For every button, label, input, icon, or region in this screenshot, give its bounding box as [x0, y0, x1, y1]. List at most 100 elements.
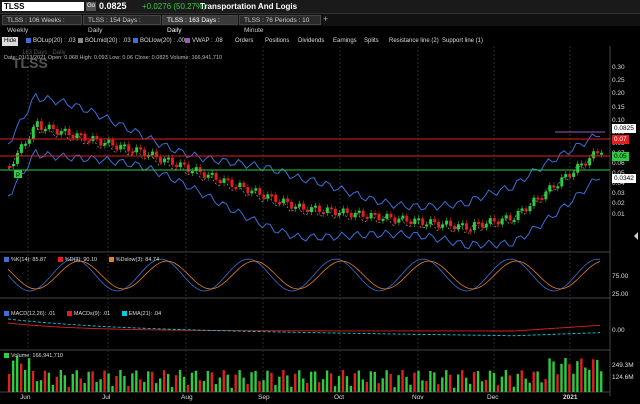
candle-body — [119, 144, 123, 150]
candle-body — [500, 218, 504, 225]
volume-bar — [333, 386, 337, 392]
add-tab-button[interactable]: + — [323, 14, 328, 24]
candle-body — [520, 208, 524, 211]
tab-daily-163[interactable]: TLSS : 163 Days : Daily — [162, 15, 238, 34]
candle-body — [397, 218, 401, 223]
candle-body — [496, 221, 500, 225]
candle-body — [321, 212, 325, 215]
candle-body — [401, 215, 405, 219]
volume-bar — [536, 371, 539, 392]
price-change: +0.0276 (50.27%) — [142, 2, 206, 11]
volume-bar — [194, 370, 198, 392]
candle-body — [55, 128, 59, 135]
candle-body — [222, 178, 226, 183]
top-bar — [0, 0, 640, 14]
volume-bar — [190, 372, 194, 392]
candle-body — [341, 208, 345, 214]
toolbar-orders[interactable]: Orders — [235, 37, 253, 46]
price-axis-label: 0.03 — [612, 190, 625, 197]
candle-body — [357, 210, 361, 213]
candle-body — [135, 147, 139, 153]
toolbar-vwap[interactable]: VWAP : .08 — [185, 37, 223, 46]
candle-body — [433, 219, 437, 223]
chart-canvas[interactable]: TLSS 163 Days : Daily P — [0, 46, 640, 396]
macd-axis-0: 0.00 — [612, 327, 625, 334]
toolbar-dividends[interactable]: Dividends — [298, 37, 324, 46]
volume-bar — [23, 369, 27, 392]
volume-bar — [8, 374, 11, 392]
candle-body — [270, 194, 274, 197]
macd-legend: MACD(12,26): .01 MACDs(9): .01 EMA(21): … — [4, 311, 171, 317]
symbol-input[interactable]: TLSS — [2, 2, 84, 11]
candle-body — [532, 197, 536, 206]
candle-body — [143, 149, 147, 157]
price-axis-label: 0.06 — [612, 160, 625, 167]
volume-bar — [441, 377, 444, 392]
volume-bar — [381, 378, 384, 392]
candle-body — [302, 203, 306, 210]
candle-body — [123, 144, 127, 147]
month-label: Oct — [334, 394, 345, 401]
bollinger-lower — [7, 148, 601, 250]
candle-body — [309, 207, 313, 213]
volume-bar — [87, 371, 90, 392]
candle-body — [429, 219, 433, 225]
volume-bar — [449, 374, 452, 392]
volume-bar — [83, 382, 86, 392]
volume-bar — [321, 379, 325, 392]
volume-bar — [528, 382, 531, 392]
last-price-box: 0.0825 — [612, 124, 636, 133]
month-label: Jun — [20, 394, 31, 401]
price-axis-label: 0.30 — [612, 64, 625, 71]
volume-bar — [79, 378, 82, 392]
candle-body — [373, 212, 377, 215]
bollinger-price-box: 0.0342 — [612, 174, 636, 183]
volume-bar — [15, 356, 19, 392]
candle-body — [417, 218, 421, 221]
tab-weekly[interactable]: TLSS : 106 Weeks : Weekly — [2, 15, 82, 34]
toolbar-positions[interactable]: Positions — [265, 37, 289, 46]
volume-bar — [437, 384, 440, 392]
volume-bar — [572, 373, 575, 392]
candle-body — [131, 151, 135, 154]
candle-body — [361, 210, 365, 217]
volume-bar — [274, 385, 277, 392]
volume-axis-mid: 124.6M — [612, 374, 634, 381]
toolbar-bolup[interactable]: BOLup(20) : .03 — [26, 37, 76, 46]
volume-bar — [250, 372, 253, 392]
macd-ema-line — [7, 318, 601, 337]
volume-bar — [325, 370, 329, 392]
volume-bar — [345, 376, 349, 392]
volume-bar — [151, 371, 154, 392]
go-button[interactable]: Go — [86, 2, 96, 11]
candle-body — [210, 172, 214, 175]
toolbar-earnings[interactable]: Earnings — [333, 37, 357, 46]
toolbar-resistance-line[interactable]: Resistance line (2) — [389, 37, 439, 46]
volume-bar — [214, 384, 218, 392]
volume-bar — [302, 378, 305, 392]
toolbar-bolmid[interactable]: BOLmid(20) : .03 — [78, 37, 131, 46]
candle-body — [484, 223, 488, 228]
volume-bar — [242, 377, 245, 392]
toolbar-support-line[interactable]: Support line (1) — [442, 37, 483, 46]
candle-body — [214, 172, 218, 180]
collapse-arrow-icon[interactable] — [634, 232, 638, 240]
candle-body — [8, 166, 11, 168]
volume-bar — [19, 363, 23, 392]
volume-bar — [353, 373, 357, 392]
toolbar-bollow[interactable]: BOLlow(20) : .00 — [133, 37, 185, 46]
tab-10-minute[interactable]: TLSS : 76 Periods : 10 Minute — [239, 15, 321, 34]
volume-bar — [393, 387, 396, 392]
tab-daily-154[interactable]: TLSS : 154 Days : Daily — [83, 15, 161, 34]
volume-bar — [71, 373, 74, 392]
candle-body — [15, 152, 19, 164]
toolbar-splits[interactable]: Splits — [364, 37, 379, 46]
candle-body — [596, 151, 600, 154]
volume-bar — [234, 374, 237, 392]
candle-body — [540, 198, 544, 201]
candle-body — [504, 215, 508, 219]
candle-body — [365, 216, 369, 219]
candle-body — [286, 198, 290, 202]
candle-body — [63, 128, 67, 132]
volume-bar — [198, 380, 202, 392]
